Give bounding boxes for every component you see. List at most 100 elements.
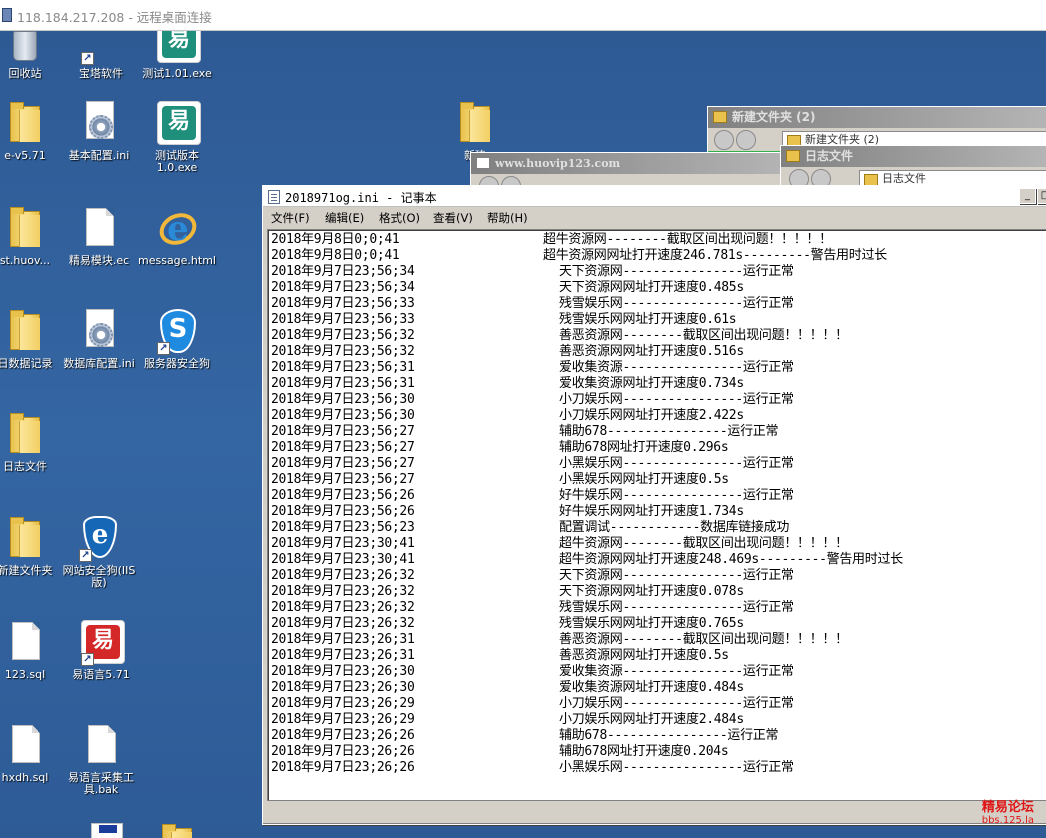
log-message: 善恶资源网网址打开速度0.516s <box>559 344 744 359</box>
log-timestamp: 2018年9月7日23;26;30 <box>271 680 415 695</box>
desktop-icon-test-version[interactable]: 易 测试版本1.0.exe <box>138 99 216 174</box>
remote-desktop-titlebar[interactable]: 118.184.217.208 - 远程桌面连接 <box>0 0 1046 31</box>
log-message: 辅助678网址打开速度0.296s <box>559 440 729 455</box>
back-button[interactable] <box>714 130 734 150</box>
log-message: 善恶资源网网址打开速度0.5s <box>559 648 729 663</box>
notepad-menubar: 文件(F) 编辑(E) 格式(O) 查看(V) 帮助(H) <box>263 207 1046 227</box>
log-message: 超牛资源网网址打开速度246.781s---------警告用时过长 <box>543 248 887 263</box>
log-timestamp: 2018年9月7日23;56;31 <box>271 376 415 391</box>
desktop-icon-test-101[interactable]: 易 测试1.01.exe <box>138 31 216 80</box>
log-message: 残雪娱乐网网址打开速度0.61s <box>559 312 737 327</box>
desktop-icon-folder-st-huov[interactable]: st.huov... <box>0 204 64 267</box>
page-icon <box>476 157 490 169</box>
desktop-icon-database-config[interactable]: 数据库配置.ini <box>60 307 138 370</box>
minimize-button[interactable]: _ <box>1019 188 1036 204</box>
log-timestamp: 2018年9月7日23;56;27 <box>271 424 415 439</box>
log-message: 超牛资源网网址打开速度248.469s---------警告用时过长 <box>559 552 903 567</box>
menu-format[interactable]: 格式(O) <box>379 210 420 226</box>
log-message: 善恶资源网--------截取区间出现问题！！！！！ <box>559 328 848 343</box>
desktop-icon-folder-partial[interactable] <box>138 821 216 838</box>
folder-icon <box>713 111 727 123</box>
desktop-icon-jingyi-module[interactable]: 精易模块.ec <box>60 204 138 267</box>
window-titlebar[interactable]: www.huovip123.com <box>471 153 789 174</box>
shortcut-arrow-icon: ↗ <box>157 342 170 355</box>
log-message: 超牛资源网--------截取区间出现问题！！！！！ <box>559 536 848 551</box>
remote-desktop-icon <box>2 8 12 22</box>
log-timestamp: 2018年9月7日23;56;32 <box>271 344 415 359</box>
log-timestamp: 2018年9月7日23;56;27 <box>271 472 415 487</box>
log-message: 天下资源网----------------运行正常 <box>559 568 794 583</box>
safedog-e-shield-icon: e ↗ <box>75 514 123 562</box>
menu-help[interactable]: 帮助(H) <box>487 210 528 226</box>
log-message: 小刀娱乐网网址打开速度2.422s <box>559 408 744 423</box>
log-timestamp: 2018年9月7日23;56;26 <box>271 504 415 519</box>
folder-icon <box>1 204 49 252</box>
log-timestamp: 2018年9月7日23;26;29 <box>271 696 415 711</box>
desktop-icon-collector-bak[interactable]: 易语言采集工具.bak <box>62 721 140 796</box>
log-timestamp: 2018年9月7日23;56;23 <box>271 520 415 535</box>
log-message: 善恶资源网--------截取区间出现问题！！！！！ <box>559 632 848 647</box>
log-timestamp: 2018年9月7日23;56;27 <box>271 440 415 455</box>
log-message: 爱收集资源网址打开速度0.484s <box>559 680 744 695</box>
menu-view[interactable]: 查看(V) <box>433 210 473 226</box>
log-message: 天下资源网网址打开速度0.485s <box>559 280 744 295</box>
desktop-icon-folder-logs[interactable]: 日志文件 <box>0 410 64 473</box>
menu-edit[interactable]: 编辑(E) <box>325 210 364 226</box>
desktop-icon-folder-data-records[interactable]: 日数据记录 <box>0 307 64 370</box>
log-timestamp: 2018年9月7日23;26;31 <box>271 632 415 647</box>
notepad-title: 2018971og.ini - 记事本 <box>285 191 437 205</box>
log-message: 小黑娱乐网----------------运行正常 <box>559 760 794 775</box>
desktop-icon-folder-new[interactable]: 新建文件夹 <box>0 514 64 577</box>
log-timestamp: 2018年9月7日23;30;41 <box>271 552 415 567</box>
desktop-icon-partial[interactable] <box>62 821 140 838</box>
log-timestamp: 2018年9月7日23;56;30 <box>271 408 415 423</box>
desktop-icon-yiyuyan[interactable]: 易 ↗ 易语言5.71 <box>62 618 140 681</box>
log-message: 辅助678网址打开速度0.204s <box>559 744 729 759</box>
desktop-icon-message-html[interactable]: e message.html <box>138 204 216 267</box>
window-titlebar[interactable]: 日志文件 <box>781 146 1046 167</box>
notepad-text-area[interactable]: 2018年9月8日0;0;41 超牛资源网--------截取区间出现问题！！！！… <box>267 229 1046 801</box>
window-titlebar[interactable]: 新建文件夹 (2) <box>708 107 1046 128</box>
log-timestamp: 2018年9月7日23;26;26 <box>271 760 415 775</box>
yiyuyan-app-icon: 易 <box>153 99 201 147</box>
log-timestamp: 2018年9月7日23;26;30 <box>271 664 415 679</box>
safedog-shield-icon: S ↗ <box>153 307 201 355</box>
notepad-titlebar[interactable]: 2018971og.ini - 记事本 _ □ <box>263 186 1046 207</box>
log-message: 好牛娱乐网----------------运行正常 <box>559 488 794 503</box>
folder-icon <box>786 150 800 162</box>
desktop-icon-basic-config[interactable]: 基本配置.ini <box>60 99 138 162</box>
desktop-icon-site-safedog[interactable]: e ↗ 网站安全狗(IIS版) <box>60 514 138 589</box>
log-timestamp: 2018年9月7日23;56;34 <box>271 280 415 295</box>
log-message: 爱收集资源网址打开速度0.734s <box>559 376 744 391</box>
desktop-icon-123-sql[interactable]: 123.sql <box>0 618 64 681</box>
log-message: 小刀娱乐网----------------运行正常 <box>559 696 794 711</box>
forward-button[interactable] <box>736 130 756 150</box>
log-timestamp: 2018年9月7日23;26;26 <box>271 728 415 743</box>
desktop-icon-recycle-bin[interactable]: 回收站 <box>0 31 64 80</box>
folder-icon <box>1 307 49 355</box>
log-timestamp: 2018年9月7日23;26;29 <box>271 712 415 727</box>
desktop-icon-folder-ev571[interactable]: e-v5.71 <box>0 99 64 162</box>
log-timestamp: 2018年9月7日23;56;27 <box>271 456 415 471</box>
notepad-window[interactable]: 2018971og.ini - 记事本 _ □ 文件(F) 编辑(E) 格式(O… <box>262 185 1046 825</box>
log-timestamp: 2018年9月7日23;56;32 <box>271 328 415 343</box>
desktop-icon-baota[interactable]: ↗ 宝塔软件 <box>62 31 140 80</box>
maximize-button[interactable]: □ <box>1037 188 1046 204</box>
baota-icon: ↗ <box>77 31 125 65</box>
yiyuyan-icon: 易 ↗ <box>77 618 125 666</box>
log-timestamp: 2018年9月7日23;56;33 <box>271 296 415 311</box>
desktop-icon-server-safedog[interactable]: S ↗ 服务器安全狗 <box>138 307 216 370</box>
recycle-bin-icon <box>1 31 49 65</box>
log-timestamp: 2018年9月8日0;0;41 <box>271 248 400 263</box>
menu-file[interactable]: 文件(F) <box>271 210 310 226</box>
log-message: 爱收集资源----------------运行正常 <box>559 360 794 375</box>
desktop: 回收站 e-v5.71 st.huov... 日数据记录 日志文件 新建文件夹 … <box>0 31 1046 838</box>
desktop-icon-hxdh-sql[interactable]: hxdh.sql <box>0 721 64 784</box>
config-file-icon <box>75 307 123 355</box>
shortcut-arrow-icon: ↗ <box>79 549 92 562</box>
yiyuyan-app-icon: 易 <box>153 31 201 65</box>
log-message: 辅助678----------------运行正常 <box>559 728 779 743</box>
log-message: 超牛资源网--------截取区间出现问题！！！！！ <box>543 232 832 247</box>
log-timestamp: 2018年9月7日23;26;26 <box>271 744 415 759</box>
log-timestamp: 2018年9月7日23;26;32 <box>271 616 415 631</box>
